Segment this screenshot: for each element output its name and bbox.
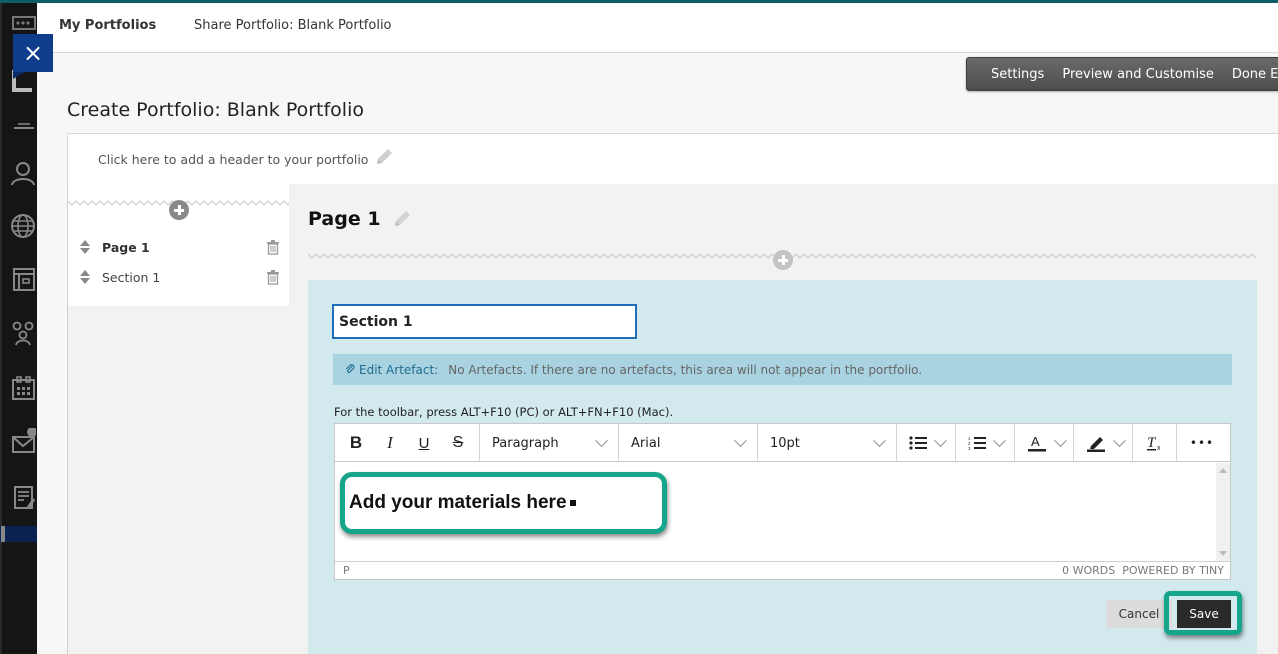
clear-formatting-button[interactable]: Tx [1133, 424, 1177, 462]
font-size-select[interactable]: 10pt [758, 424, 897, 462]
element-path[interactable]: P [343, 564, 350, 577]
editor-statusbar: P 0 WORDS POWERED BY TINY [335, 561, 1230, 579]
messages-icon[interactable] [10, 427, 37, 454]
rail-edge [0, 0, 2, 654]
globe-icon[interactable] [10, 213, 36, 239]
settings-button[interactable]: Settings [991, 67, 1044, 82]
block-format-value: Paragraph [492, 435, 559, 451]
artefact-bar: Edit Artefact: No Artefacts. If there ar… [333, 354, 1232, 385]
edit-artefact-label[interactable]: Edit Artefact: [359, 363, 438, 377]
bullet-list-icon [909, 436, 927, 450]
edit-artefact-link[interactable]: Edit Artefact: [345, 363, 438, 377]
courses-icon[interactable] [10, 266, 36, 292]
trash-icon[interactable] [266, 269, 280, 285]
svg-text:x: x [1157, 445, 1161, 452]
block-format-select[interactable]: Paragraph [480, 424, 619, 462]
top-breadcrumb-bar: My Portfolios Share Portfolio: Blank Por… [37, 3, 1278, 53]
page-content-area: Page 1 Edit Artefact: No Artefacts. If t… [289, 184, 1278, 654]
preview-customise-button[interactable]: Preview and Customise [1062, 67, 1214, 82]
calendar-icon[interactable] [10, 375, 36, 401]
artefact-message: No Artefacts. If there are no artefacts,… [448, 362, 923, 377]
text-color-button[interactable]: A [1015, 424, 1074, 462]
numbered-list-icon: 123 [968, 436, 986, 450]
text-color-icon: A [1028, 434, 1046, 452]
editor-scrollbar[interactable] [1216, 463, 1230, 561]
paperclip-icon [345, 364, 355, 373]
add-header-prompt[interactable]: Click here to add a header to your portf… [98, 152, 368, 167]
drag-sort-icon[interactable] [80, 269, 90, 285]
editor-toolbar: B I U S Paragraph Arial 10pt 1 2 3 A T x… [335, 424, 1230, 462]
outline-item-label[interactable]: Page 1 [102, 240, 266, 255]
more-options-button[interactable]: ••• [1177, 424, 1227, 462]
format-group: B I U S [335, 424, 480, 462]
svg-text:3: 3 [968, 446, 971, 450]
outline-item-page[interactable]: Page 1 [80, 237, 280, 257]
groups-icon[interactable] [10, 320, 36, 346]
bold-button[interactable]: B [339, 424, 373, 462]
breadcrumb-share-portfolio[interactable]: Share Portfolio: Blank Portfolio [194, 18, 392, 33]
page-title: Create Portfolio: Blank Portfolio [67, 99, 364, 121]
close-button[interactable]: × [13, 34, 53, 79]
section-name-input[interactable] [332, 304, 637, 339]
chevron-down-icon [1054, 433, 1067, 447]
rail-active-indicator [0, 526, 37, 542]
close-icon: × [22, 39, 44, 67]
statusbar-right: 0 WORDS POWERED BY TINY [1062, 564, 1224, 577]
cancel-button[interactable]: Cancel [1106, 600, 1172, 628]
section-editor: Edit Artefact: No Artefacts. If there ar… [308, 280, 1257, 654]
institution-icon[interactable] [10, 112, 36, 138]
chevron-down-icon [595, 433, 608, 447]
scroll-down-icon[interactable] [1219, 551, 1227, 556]
numbered-list-button[interactable]: 123 [956, 424, 1015, 462]
save-button[interactable]: Save [1177, 600, 1231, 628]
pencil-icon[interactable] [391, 208, 413, 230]
top-accent-line [0, 0, 1278, 3]
chevron-down-icon [734, 433, 747, 447]
toolbar-hint: For the toolbar, press ALT+F10 (PC) or A… [334, 405, 674, 419]
add-section-icon[interactable] [773, 250, 793, 270]
clear-formatting-icon: Tx [1146, 435, 1161, 452]
outline-item-label[interactable]: Section 1 [102, 270, 266, 285]
add-page-icon[interactable] [169, 200, 189, 220]
italic-button[interactable]: I [373, 424, 407, 462]
font-size-value: 10pt [770, 435, 800, 451]
done-editing-button[interactable]: Done Editing [1232, 67, 1278, 82]
scroll-up-icon[interactable] [1219, 468, 1227, 473]
font-family-select[interactable]: Arial [619, 424, 758, 462]
portfolio-action-bar: Settings Preview and Customise Done Edit… [966, 57, 1278, 91]
left-nav-rail [0, 0, 37, 654]
trash-icon[interactable] [266, 239, 280, 255]
drag-sort-icon[interactable] [80, 239, 90, 255]
outline-item-section[interactable]: Section 1 [80, 267, 280, 287]
callout-text: Add your materials here [349, 492, 567, 513]
page-heading: Page 1 [308, 208, 413, 230]
highlighter-icon [1087, 437, 1105, 452]
chevron-down-icon [934, 433, 947, 447]
pencil-icon[interactable] [373, 146, 395, 168]
page-heading-text: Page 1 [308, 208, 381, 230]
outline-list: Page 1 Section 1 [68, 184, 290, 306]
profile-icon[interactable] [10, 160, 36, 186]
callout-annotation: Add your materials here [340, 472, 667, 534]
font-family-value: Arial [631, 435, 661, 451]
svg-text:A: A [1031, 434, 1040, 449]
highlight-color-button[interactable] [1074, 424, 1133, 462]
svg-text:T: T [1147, 435, 1157, 451]
underline-button[interactable]: U [407, 424, 441, 462]
chevron-down-icon [1113, 433, 1126, 447]
strikethrough-button[interactable]: S [441, 424, 475, 462]
page-outline-panel: Page 1 Section 1 [67, 184, 290, 654]
powered-by-tiny-link[interactable]: POWERED BY TINY [1122, 564, 1224, 577]
bullet-list-button[interactable] [897, 424, 956, 462]
chevron-down-icon [873, 433, 886, 447]
grades-icon[interactable] [10, 484, 36, 510]
callout-period [569, 500, 576, 506]
word-count: 0 WORDS [1062, 564, 1116, 577]
portfolio-header-area[interactable]: Click here to add a header to your portf… [67, 133, 1278, 185]
breadcrumb-my-portfolios[interactable]: My Portfolios [59, 18, 156, 33]
chevron-down-icon [993, 433, 1006, 447]
